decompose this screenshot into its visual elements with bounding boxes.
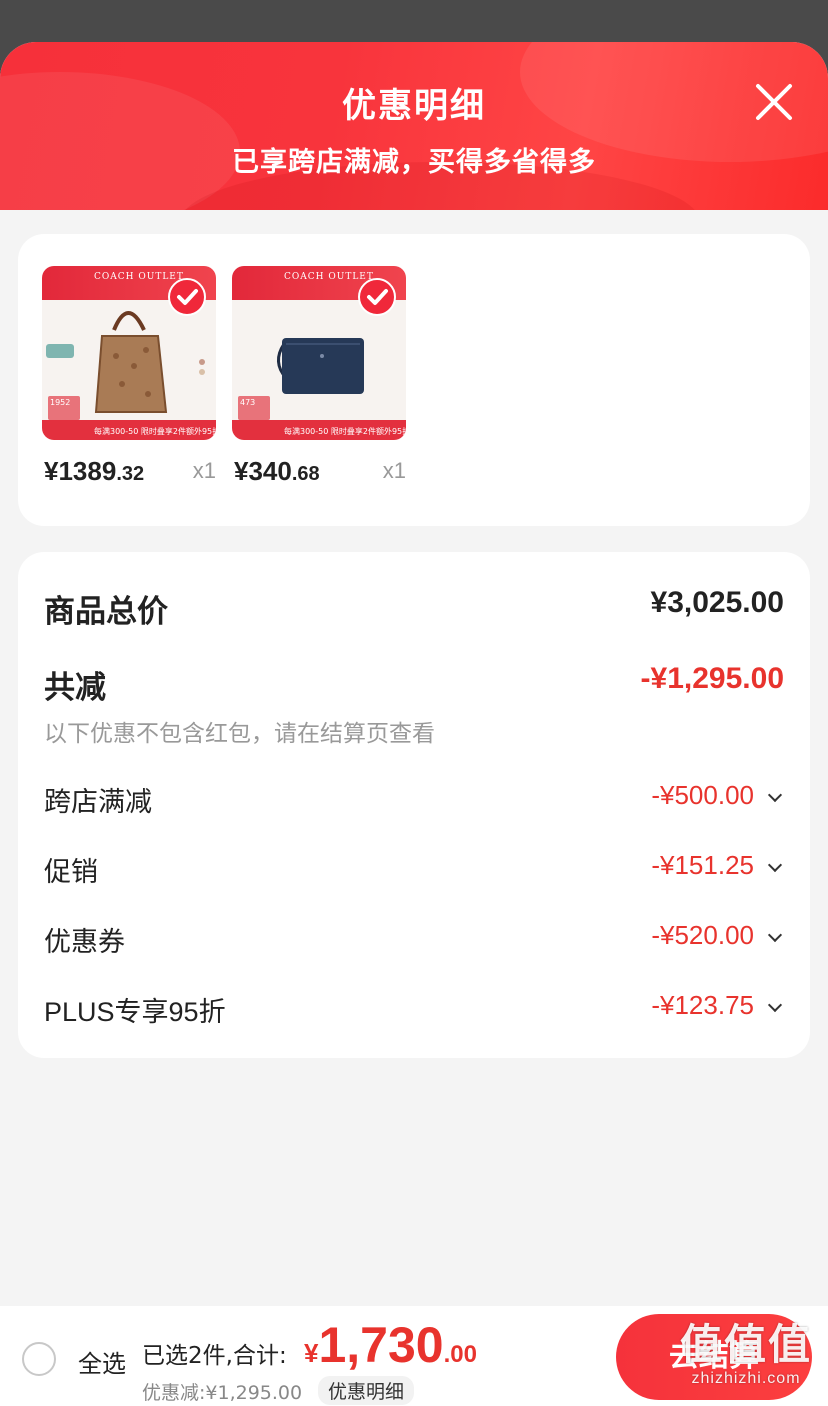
total-reduction-value: -¥1,295.00 — [640, 662, 784, 695]
product-thumbnail[interactable]: COACH OUTLET 473 每满300-50 限时叠享2件额外95折 — [232, 266, 406, 440]
product-price: ¥1389.32 — [44, 456, 145, 486]
discount-summary: 优惠减:¥1,295.00 — [142, 1382, 303, 1404]
product-price-row: ¥1389.32 x1 — [42, 456, 216, 490]
discount-item-value: -¥520.00 — [651, 920, 754, 950]
thumb-promo-text: 每满300-50 限时叠享2件额外95折 — [284, 427, 406, 436]
total-reduction-label: 共减 — [44, 670, 106, 706]
discount-item-coupon[interactable]: 优惠券 -¥520.00 — [44, 920, 784, 960]
selected-count-label: 已选2件,合计: — [142, 1343, 287, 1369]
checkmark-icon — [367, 289, 388, 305]
discount-item-value: -¥500.00 — [651, 780, 754, 810]
reduction-note-text: 以下优惠不包含红包，请在结算页查看 — [44, 721, 435, 747]
sheet-subtitle: 已享跨店满减，买得多省得多 — [232, 147, 596, 178]
select-all-label[interactable]: 全选 — [78, 1344, 126, 1379]
discount-item-label: 促销 — [44, 857, 98, 888]
discount-item-cross-store[interactable]: 跨店满减 -¥500.00 — [44, 780, 784, 820]
price-summary-card: 商品总价 ¥3,025.00 共减 -¥1,295.00 以下优惠不包含红包，请… — [18, 552, 810, 1058]
product-list-card: COACH OUTLET 1952 每满300-50 限时叠享2件额外95折 ¥… — [18, 234, 810, 526]
product-thumbnail[interactable]: COACH OUTLET 1952 每满300-50 限时叠享2件额外95折 — [42, 266, 216, 440]
discount-item-value: -¥151.25 — [651, 850, 754, 880]
product-quantity: x1 — [382, 458, 406, 483]
discount-item-label: PLUS专享95折 — [44, 997, 226, 1027]
thumb-sold-count: 473 — [238, 396, 270, 420]
discount-item-label: 优惠券 — [44, 927, 125, 958]
select-all-radio[interactable] — [22, 1342, 56, 1376]
discount-item-promotion[interactable]: 促销 -¥151.25 — [44, 850, 784, 890]
discount-item-label: 跨店满减 — [44, 787, 152, 818]
product-item[interactable]: COACH OUTLET 1952 每满300-50 限时叠享2件额外95折 ¥… — [42, 266, 216, 490]
cart-total: ¥1,730.00 — [304, 1317, 477, 1373]
checkmark-icon — [177, 289, 198, 305]
watermark-url: zhizhizhi.com — [691, 1370, 801, 1387]
checkout-bar: 全选 已选2件,合计: ¥1,730.00 优惠减:¥1,295.00 优惠明细… — [0, 1306, 828, 1406]
discount-detail-link[interactable]: 优惠明细 — [318, 1376, 415, 1405]
sheet-header: 优惠明细 已享跨店满减，买得多省得多 — [0, 42, 828, 210]
product-checkbox[interactable] — [168, 278, 206, 316]
close-button[interactable] — [752, 80, 796, 124]
thumb-promo-text: 每满300-50 限时叠享2件额外95折 — [94, 427, 216, 436]
thumb-sold-count: 1952 — [48, 396, 80, 420]
product-price: ¥340.68 — [234, 456, 320, 486]
product-quantity: x1 — [192, 458, 216, 483]
watermark-logo: 值值值 — [679, 1320, 812, 1369]
close-icon — [756, 84, 792, 120]
product-item[interactable]: COACH OUTLET 473 每满300-50 限时叠享2件额外95折 ¥3… — [232, 266, 406, 490]
product-price-row: ¥340.68 x1 — [232, 456, 406, 490]
product-checkbox[interactable] — [358, 278, 396, 316]
total-price-value: ¥3,025.00 — [650, 586, 784, 619]
discount-detail-sheet: 优惠明细 已享跨店满减，买得多省得多 COACH OUTLET 1952 每满3… — [0, 42, 828, 1406]
site-watermark: 值值值 zhizhizhi.com — [664, 1320, 828, 1400]
discount-item-plus[interactable]: PLUS专享95折 -¥123.75 — [44, 990, 784, 1030]
total-price-label: 商品总价 — [44, 594, 168, 630]
sheet-title: 优惠明细 — [342, 86, 486, 126]
discount-item-value: -¥123.75 — [651, 990, 754, 1020]
